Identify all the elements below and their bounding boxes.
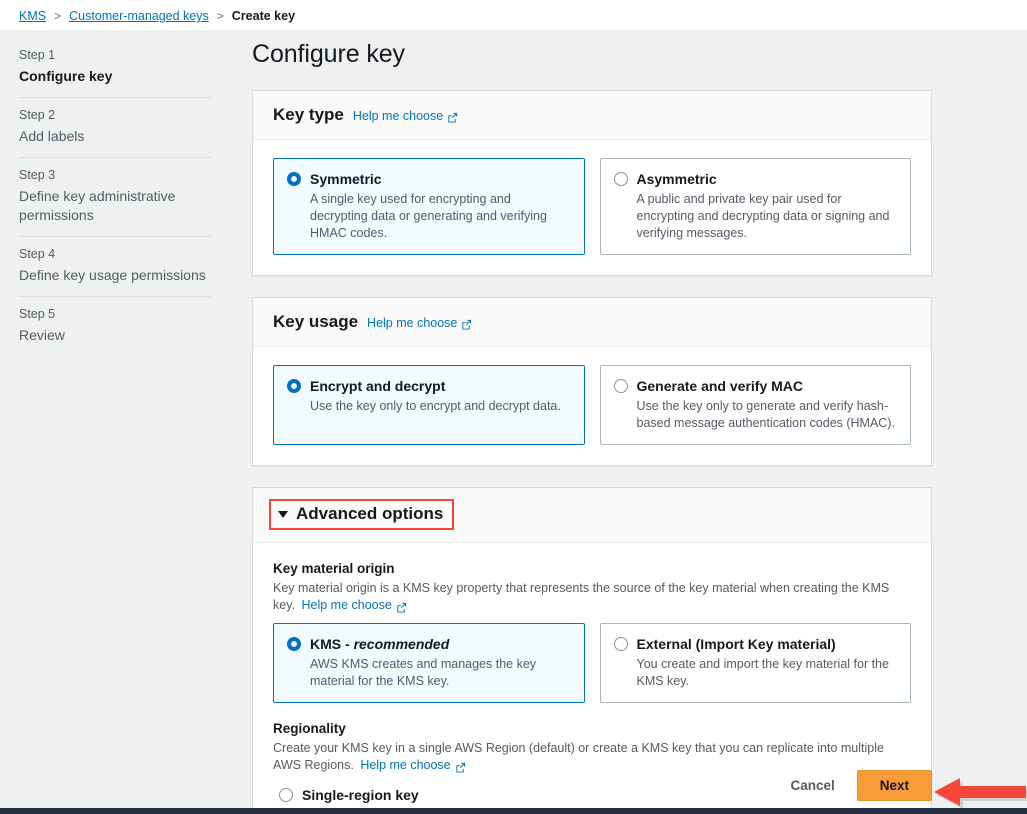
key-type-option-symmetric[interactable]: Symmetric A single key used for encrypti… [273, 158, 585, 255]
external-link-icon [447, 112, 458, 123]
radio-symmetric[interactable] [287, 172, 301, 186]
next-button[interactable]: Next [856, 770, 932, 801]
external-link-icon [396, 601, 407, 613]
key-usage-help-link[interactable]: Help me choose [367, 316, 472, 330]
option-label-emphasis: recommended [353, 636, 450, 652]
sidebar-step-4[interactable]: Step 4 Define key usage permissions [19, 236, 211, 296]
step-title: Define key administrative permissions [19, 188, 176, 223]
step-number: Step 2 [19, 108, 56, 122]
option-label: Symmetric [310, 171, 382, 187]
option-label: KMS - recommended [310, 635, 449, 653]
sidebar-step-3[interactable]: Step 3 Define key administrative permiss… [19, 157, 211, 236]
breadcrumb-separator: > [216, 9, 224, 23]
bottom-status-bar [0, 808, 1027, 814]
option-label: External (Import Key material) [636, 636, 836, 652]
key-type-options: Symmetric A single key used for encrypti… [273, 158, 911, 255]
key-material-origin-description: Key material origin is a KMS key propert… [273, 580, 911, 614]
breadcrumb-separator: > [54, 9, 62, 23]
breadcrumb-item-customer-managed-keys[interactable]: Customer-managed keys [69, 9, 209, 23]
option-description: AWS KMS creates and manages the key mate… [310, 657, 537, 688]
option-description: Use the key only to encrypt and decrypt … [310, 399, 561, 413]
key-usage-options: Encrypt and decrypt Use the key only to … [273, 365, 911, 445]
key-usage-card: Key usage Help me choose Encrypt and dec… [252, 297, 932, 466]
option-label: Generate and verify MAC [636, 378, 804, 394]
option-label-text: KMS - [310, 636, 354, 652]
key-type-help-link[interactable]: Help me choose [353, 109, 458, 123]
key-material-origin-label: Key material origin [273, 561, 395, 576]
step-title: Configure key [19, 68, 113, 84]
regionality-label: Regionality [273, 721, 346, 736]
sidebar-step-2[interactable]: Step 2 Add labels [19, 97, 211, 157]
help-link-label: Help me choose [367, 316, 458, 330]
wizard-steps-sidebar: Step 1 Configure key Step 2 Add labels S… [19, 38, 211, 356]
radio-kms-recommended[interactable] [287, 637, 301, 651]
step-number: Step 1 [19, 48, 56, 62]
page-title: Configure key [252, 40, 405, 68]
breadcrumb-item-kms[interactable]: KMS [19, 9, 46, 23]
key-usage-option-encrypt-decrypt[interactable]: Encrypt and decrypt Use the key only to … [273, 365, 585, 445]
help-link-label: Help me choose [301, 598, 392, 612]
key-usage-option-generate-verify-mac[interactable]: Generate and verify MAC Use the key only… [599, 365, 911, 445]
key-type-body: Symmetric A single key used for encrypti… [253, 140, 931, 275]
key-type-heading: Key type [273, 105, 344, 124]
key-material-origin-field: Key material origin Key material origin … [253, 560, 931, 703]
option-description: Use the key only to generate and verify … [636, 399, 895, 430]
key-usage-heading: Key usage [273, 312, 359, 331]
key-material-option-external[interactable]: External (Import Key material) You creat… [599, 623, 911, 703]
help-link-label: Help me choose [352, 109, 444, 123]
cancel-button[interactable]: Cancel [786, 772, 838, 799]
breadcrumb: KMS > Customer-managed keys > Create key [19, 8, 295, 24]
option-description: You create and import the key material f… [636, 657, 889, 688]
main-content: Configure key Key type Help me choose Sy… [252, 38, 932, 814]
key-usage-body: Encrypt and decrypt Use the key only to … [253, 347, 931, 465]
chevron-down-icon [278, 510, 288, 518]
option-label: Asymmetric [636, 171, 717, 187]
advanced-options-card: Advanced options Key material origin Key… [252, 487, 932, 814]
advanced-options-toggle[interactable]: Advanced options [269, 499, 455, 530]
key-type-option-asymmetric[interactable]: Asymmetric A public and private key pair… [599, 158, 911, 255]
step-title: Define key usage permissions [19, 267, 206, 283]
sidebar-step-5[interactable]: Step 5 Review [19, 296, 211, 356]
step-title: Add labels [19, 128, 85, 144]
step-title: Review [19, 327, 65, 343]
breadcrumb-item-create-key: Create key [231, 9, 296, 23]
step-number: Step 5 [19, 307, 56, 321]
external-link-icon [461, 319, 472, 330]
key-material-origin-help-link[interactable]: Help me choose [301, 597, 406, 614]
radio-external-import[interactable] [613, 637, 628, 651]
key-type-header: Key type Help me choose [253, 91, 931, 140]
regionality-description: Create your KMS key in a single AWS Regi… [273, 740, 911, 774]
option-label: Encrypt and decrypt [310, 378, 446, 394]
key-material-origin-options: KMS - recommended AWS KMS creates and ma… [273, 623, 911, 703]
step-number: Step 4 [19, 247, 56, 261]
option-description: A single key used for encrypting and dec… [310, 192, 547, 240]
key-material-option-kms[interactable]: KMS - recommended AWS KMS creates and ma… [273, 623, 585, 703]
radio-asymmetric[interactable] [613, 172, 628, 186]
wizard-footer: Cancel Next [252, 770, 932, 801]
option-description: A public and private key pair used for e… [636, 192, 890, 240]
key-usage-header: Key usage Help me choose [253, 298, 931, 347]
step-number: Step 3 [19, 168, 56, 182]
sidebar-step-1[interactable]: Step 1 Configure key [19, 38, 211, 97]
radio-encrypt-and-decrypt[interactable] [287, 379, 301, 393]
key-type-card: Key type Help me choose Symmetric A sing… [252, 90, 932, 276]
advanced-options-heading: Advanced options [296, 504, 444, 523]
advanced-options-header: Advanced options [253, 488, 931, 543]
radio-generate-and-verify-mac[interactable] [613, 379, 628, 393]
